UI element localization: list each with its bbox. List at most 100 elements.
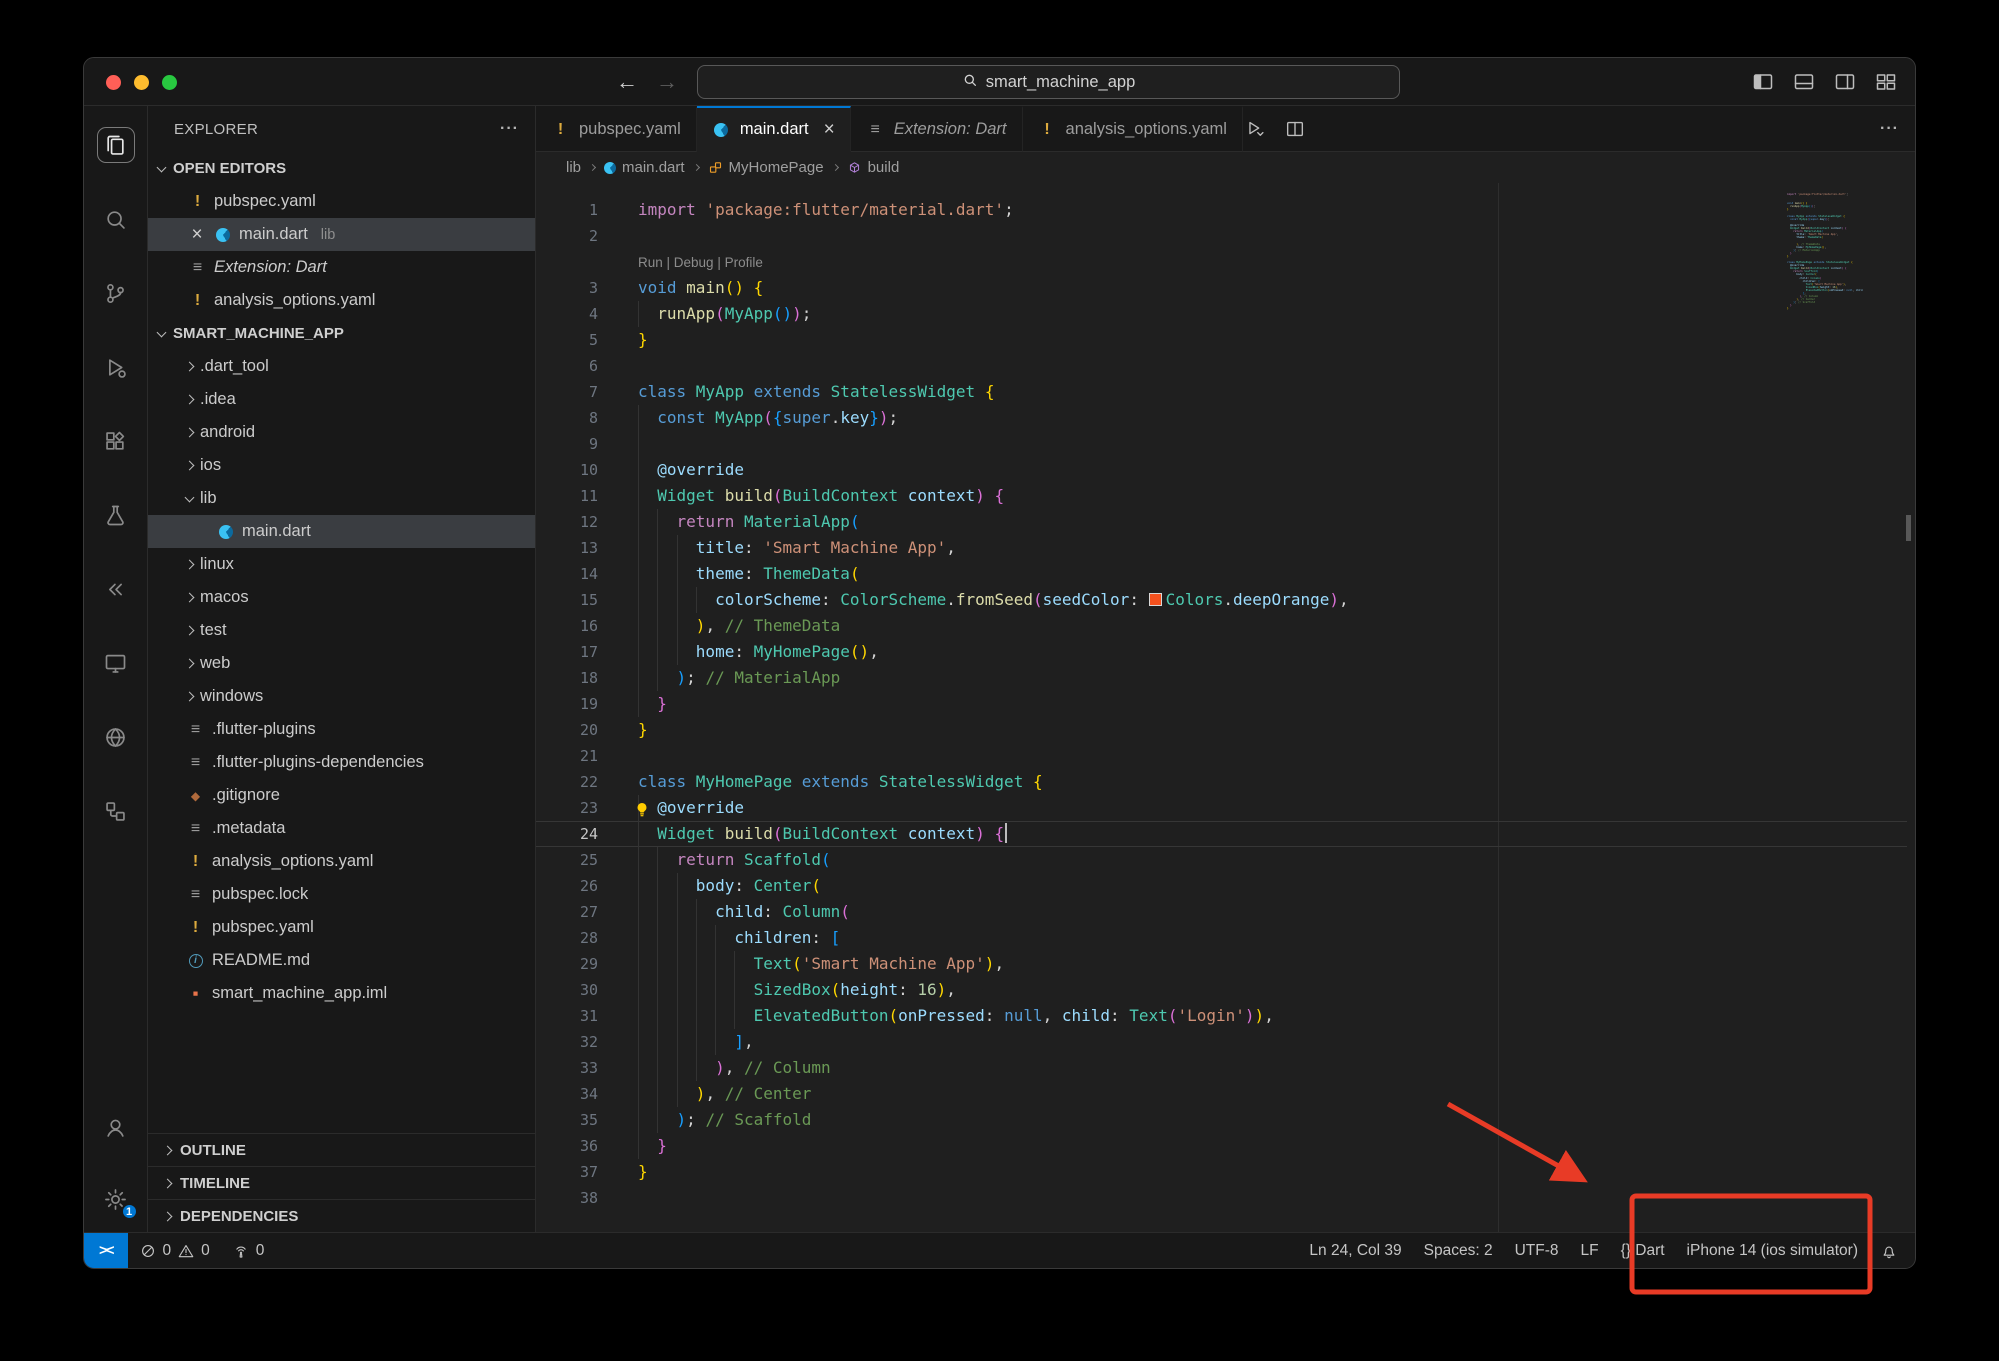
open-editor-extension-dart[interactable]: ≡Extension: Dart <box>148 251 535 284</box>
close-icon[interactable]: × <box>188 224 206 246</box>
breadcrumb-myhomepage[interactable]: MyHomePage <box>708 159 824 176</box>
codelens-run[interactable]: Run <box>638 255 663 270</box>
encoding[interactable]: UTF-8 <box>1504 1233 1570 1268</box>
activity-source-control-icon[interactable] <box>98 276 134 310</box>
code-line[interactable]: 3void main() { <box>536 275 1907 301</box>
code-line[interactable]: 32 ], <box>536 1029 1907 1055</box>
code-line[interactable]: 29 Text('Smart Machine App'), <box>536 951 1907 977</box>
code-line[interactable]: 10 @override <box>536 457 1907 483</box>
code-line[interactable]: 8 const MyApp({super.key}); <box>536 405 1907 431</box>
tree-item-main-dart[interactable]: main.dart <box>148 515 535 548</box>
run-dropdown-icon[interactable] <box>1243 117 1267 141</box>
code-line[interactable]: 36 } <box>536 1133 1907 1159</box>
code-line[interactable]: 11 Widget build(BuildContext context) { <box>536 483 1907 509</box>
code-line[interactable]: 23 @override <box>536 795 1907 821</box>
color-swatch[interactable] <box>1149 593 1162 606</box>
open-editor-main-dart[interactable]: ×main.dartlib <box>148 218 535 251</box>
tree-item-android[interactable]: android <box>148 416 535 449</box>
code-line[interactable]: 26 body: Center( <box>536 873 1907 899</box>
code-line[interactable]: 19 } <box>536 691 1907 717</box>
activity-web-icon[interactable] <box>98 720 134 754</box>
layout-grid-icon[interactable] <box>1873 69 1899 95</box>
code-line[interactable]: 24 Widget build(BuildContext context) { <box>536 821 1907 847</box>
minimap[interactable]: import 'package:flutter/material.dart';R… <box>1743 193 1863 314</box>
notifications-bell-icon[interactable] <box>1869 1233 1909 1268</box>
tree-item-windows[interactable]: windows <box>148 680 535 713</box>
tree-item-smart-machine-app-iml[interactable]: ▪smart_machine_app.iml <box>148 977 535 1010</box>
code-line[interactable]: Run | Debug | Profile <box>536 249 1907 275</box>
code-line[interactable]: 25 return Scaffold( <box>536 847 1907 873</box>
tree-item-readme-md[interactable]: iREADME.md <box>148 944 535 977</box>
device-selector[interactable]: iPhone 14 (ios simulator) <box>1676 1233 1869 1268</box>
language-mode[interactable]: {} Dart <box>1610 1233 1676 1268</box>
code-line[interactable]: 2 <box>536 223 1907 249</box>
section-smart-machine-app[interactable]: SMART_MACHINE_APP <box>148 317 535 350</box>
tree-item-gitignore[interactable]: ◆.gitignore <box>148 779 535 812</box>
code-line[interactable]: 6 <box>536 353 1907 379</box>
tree-item-test[interactable]: test <box>148 614 535 647</box>
activity-references-icon[interactable] <box>98 572 134 606</box>
code-editor[interactable]: 1import 'package:flutter/material.dart';… <box>536 183 1915 1232</box>
more-actions-icon[interactable]: ··· <box>1880 120 1899 138</box>
forward-arrow-icon[interactable]: → <box>652 66 682 98</box>
close-icon[interactable]: × <box>818 119 835 141</box>
tree-item-flutter-plugins-dependencies[interactable]: ≡.flutter-plugins-dependencies <box>148 746 535 779</box>
layout-sidebar-right-icon[interactable] <box>1832 69 1858 95</box>
breadcrumb-lib[interactable]: lib <box>566 159 581 176</box>
activity-explorer-icon[interactable] <box>98 128 134 162</box>
remote-indicator[interactable]: >< <box>84 1233 128 1268</box>
breadcrumb-build[interactable]: build <box>847 159 900 176</box>
tab-extension-dart[interactable]: ≡Extension: Dart <box>851 106 1023 152</box>
codelens-debug[interactable]: Debug <box>674 255 714 270</box>
code-line[interactable]: 12 return MaterialApp( <box>536 509 1907 535</box>
code-line[interactable]: 30 SizedBox(height: 16), <box>536 977 1907 1003</box>
code-line[interactable]: 27 child: Column( <box>536 899 1907 925</box>
tree-item-flutter-plugins[interactable]: ≡.flutter-plugins <box>148 713 535 746</box>
code-line[interactable]: 17 home: MyHomePage(), <box>536 639 1907 665</box>
back-arrow-icon[interactable]: ← <box>612 66 642 98</box>
problems-indicator[interactable]: 00 <box>128 1233 221 1268</box>
activity-account-icon[interactable] <box>98 1110 134 1144</box>
open-editor-analysis-options-yaml[interactable]: !analysis_options.yaml <box>148 284 535 317</box>
cursor-position[interactable]: Ln 24, Col 39 <box>1298 1233 1412 1268</box>
command-center-search[interactable]: smart_machine_app <box>697 65 1400 99</box>
close-window-button[interactable] <box>106 75 121 90</box>
code-line[interactable]: 21 <box>536 743 1907 769</box>
tree-item-web[interactable]: web <box>148 647 535 680</box>
eol[interactable]: LF <box>1570 1233 1610 1268</box>
activity-remote-explorer-icon[interactable] <box>98 646 134 680</box>
minimize-window-button[interactable] <box>134 75 149 90</box>
code-line[interactable]: 33 ), // Column <box>536 1055 1907 1081</box>
code-line[interactable]: 14 theme: ThemeData( <box>536 561 1907 587</box>
sidebar-more-actions-icon[interactable]: ··· <box>500 120 519 138</box>
tree-item-idea[interactable]: .idea <box>148 383 535 416</box>
split-editor-icon[interactable] <box>1283 117 1307 141</box>
section-timeline[interactable]: TIMELINE <box>148 1166 535 1199</box>
tab-analysis-options-yaml[interactable]: !analysis_options.yaml <box>1023 106 1243 152</box>
tree-item-pubspec-yaml[interactable]: !pubspec.yaml <box>148 911 535 944</box>
lightbulb-icon[interactable] <box>634 800 650 816</box>
layout-sidebar-left-icon[interactable] <box>1750 69 1776 95</box>
codelens-profile[interactable]: Profile <box>725 255 763 270</box>
code-line[interactable]: 31 ElevatedButton(onPressed: null, child… <box>536 1003 1907 1029</box>
code-line[interactable]: 28 children: [ <box>536 925 1907 951</box>
code-line[interactable]: 15 colorScheme: ColorScheme.fromSeed(see… <box>536 587 1907 613</box>
activity-settings-icon[interactable]: 1 <box>98 1182 134 1216</box>
activity-extensions-icon[interactable] <box>98 424 134 458</box>
zoom-window-button[interactable] <box>162 75 177 90</box>
tree-item-linux[interactable]: linux <box>148 548 535 581</box>
code-line[interactable]: 13 title: 'Smart Machine App', <box>536 535 1907 561</box>
tree-item-ios[interactable]: ios <box>148 449 535 482</box>
code-line[interactable]: 1import 'package:flutter/material.dart'; <box>536 197 1907 223</box>
tab-main-dart[interactable]: main.dart× <box>697 106 851 152</box>
section-dependencies[interactable]: DEPENDENCIES <box>148 1199 535 1232</box>
tree-item-macos[interactable]: macos <box>148 581 535 614</box>
activity-search-icon[interactable] <box>98 202 134 236</box>
ports-indicator[interactable]: 0 <box>221 1233 276 1268</box>
indentation[interactable]: Spaces: 2 <box>1413 1233 1504 1268</box>
code-line[interactable]: 5} <box>536 327 1907 353</box>
breadcrumb-main-dart[interactable]: main.dart <box>604 159 685 176</box>
code-line[interactable]: 35 ); // Scaffold <box>536 1107 1907 1133</box>
code-line[interactable]: 9 <box>536 431 1907 457</box>
code-line[interactable]: 7class MyApp extends StatelessWidget { <box>536 379 1907 405</box>
